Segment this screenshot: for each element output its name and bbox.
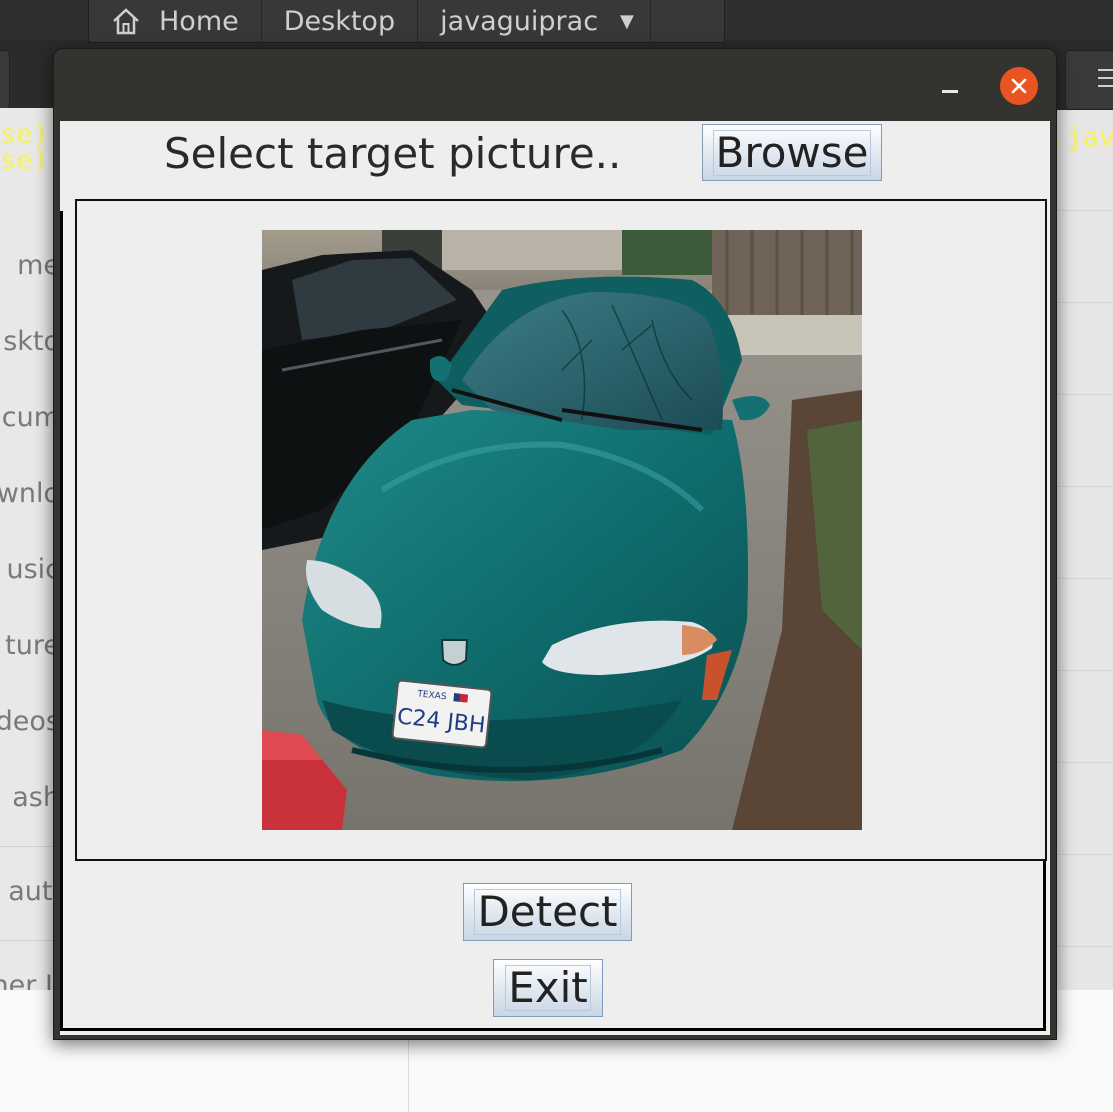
sidebar-item-label: cum <box>1 402 60 433</box>
sidebar-item-home[interactable]: me <box>0 250 60 281</box>
minimize-icon <box>942 90 958 93</box>
chevron-down-icon[interactable]: ▼ <box>620 11 634 32</box>
sidebar-divider <box>0 940 60 941</box>
hamburger-icon <box>1098 69 1113 93</box>
background-file-list <box>1050 110 1113 990</box>
background-code-filename: .jav <box>1050 122 1113 153</box>
browse-button[interactable]: Browse <box>702 124 882 181</box>
sidebar-item-desktop[interactable]: skto <box>0 326 60 357</box>
sidebar-divider <box>0 846 60 847</box>
select-picture-label: Select target picture.. <box>164 129 622 178</box>
background-code-snippet: se) se) <box>0 121 49 176</box>
breadcrumb-desktop-label: Desktop <box>283 5 396 37</box>
minimize-button[interactable] <box>939 71 961 101</box>
car-photo: TEXAS C24 JBH <box>262 230 862 830</box>
image-panel: TEXAS C24 JBH <box>75 199 1047 861</box>
pane-divider <box>408 1040 409 1112</box>
breadcrumb-home[interactable]: Home <box>89 0 262 42</box>
sidebar-item-trash[interactable]: ash <box>0 782 60 813</box>
exit-button[interactable]: Exit <box>493 959 603 1017</box>
sidebar-item-videos[interactable]: deos <box>0 706 60 737</box>
sidebar-item-label: wnlo <box>0 478 60 509</box>
app-window: Select target picture.. Browse TEXAS C24… <box>53 48 1057 1040</box>
car-photo-drawing: TEXAS C24 JBH <box>262 230 862 830</box>
code-line: se) <box>0 145 49 176</box>
places-sidebar: me skto cum wnlo usic ture deos ash auti… <box>0 108 60 992</box>
breadcrumb-desktop[interactable]: Desktop <box>262 0 419 42</box>
detect-button-label: Detect <box>474 889 621 935</box>
sidebar-item-documents[interactable]: cum <box>0 402 60 433</box>
close-button[interactable] <box>1000 67 1038 105</box>
sidebar-item-nautilus[interactable]: auti <box>0 876 60 907</box>
breadcrumb-home-label: Home <box>159 5 239 37</box>
sidebar-item-pictures[interactable]: ture <box>0 630 60 661</box>
back-button[interactable] <box>0 50 10 110</box>
window-content: Select target picture.. Browse TEXAS C24… <box>60 121 1050 1035</box>
breadcrumb: Home Desktop javaguiprac ▼ <box>88 0 725 43</box>
sidebar-item-label: her L <box>0 970 60 992</box>
sidebar-item-label: deos <box>0 706 60 737</box>
sidebar-item-other-locations[interactable]: her L <box>0 970 60 992</box>
license-plate: TEXAS C24 JBH <box>391 679 493 749</box>
sidebar-item-label: usic <box>6 554 60 585</box>
browse-button-label: Browse <box>712 129 872 176</box>
menu-button[interactable] <box>1065 50 1113 110</box>
close-icon <box>1011 78 1027 94</box>
sidebar-item-downloads[interactable]: wnlo <box>0 478 60 509</box>
sidebar-item-label: skto <box>3 326 60 357</box>
breadcrumb-javaguiprac[interactable]: javaguiprac ▼ <box>418 0 651 42</box>
detect-button[interactable]: Detect <box>463 883 632 941</box>
sidebar-item-music[interactable]: usic <box>0 554 60 585</box>
window-titlebar[interactable] <box>54 49 1056 121</box>
breadcrumb-javaguiprac-label: javaguiprac <box>440 5 599 37</box>
home-icon <box>113 8 139 35</box>
exit-button-label: Exit <box>505 965 591 1011</box>
sidebar-item-label: ture <box>5 630 60 661</box>
